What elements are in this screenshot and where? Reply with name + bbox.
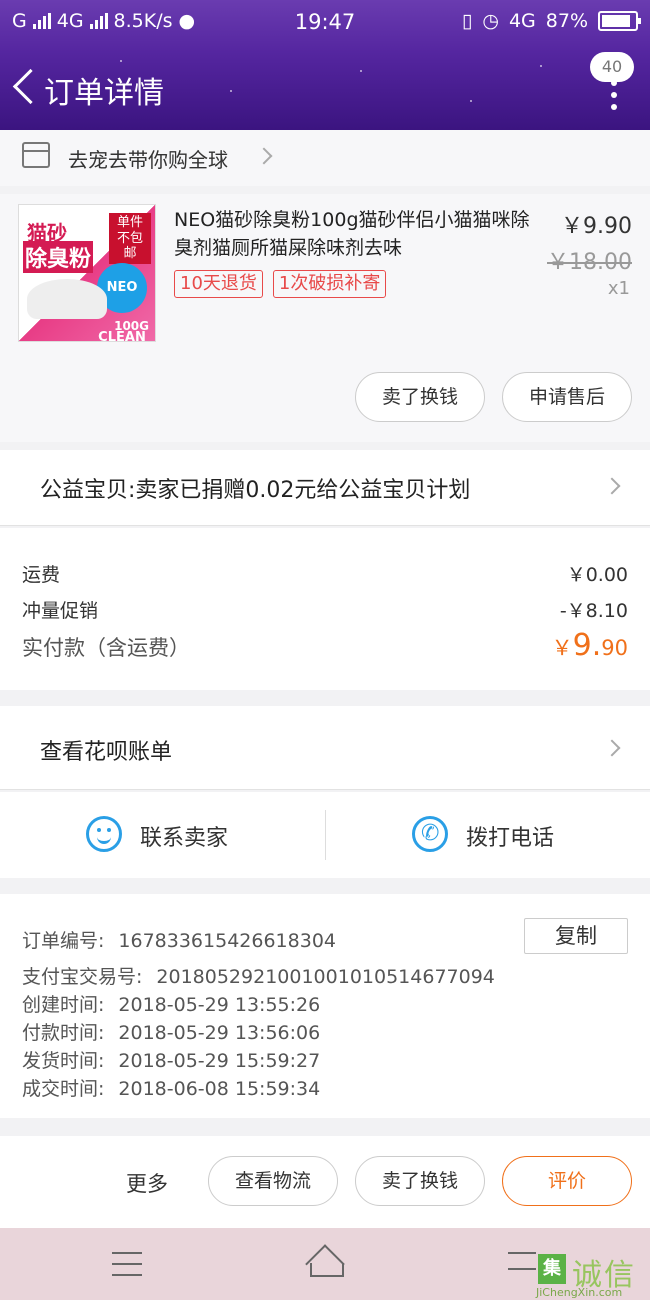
back-arrow-icon[interactable] [10,66,40,106]
battery-icon [598,11,641,31]
call-phone-button[interactable]: 拨打电话 [326,792,650,878]
nav-header: 订单详情 40 [0,44,650,130]
sell-for-cash-button[interactable]: 卖了换钱 [355,372,485,422]
product-price: ￥9.90 [561,214,632,239]
image-text-line2: 除臭粉 [23,241,94,273]
shipping-value: ￥0.00 [566,564,628,586]
huabei-text: 查看花呗账单 [40,740,173,765]
created-time: 2018-05-29 13:55:26 [118,994,321,1016]
completed-label: 成交时间: [22,1078,105,1100]
review-button[interactable]: 评价 [502,1156,632,1206]
order-actions-bar: 更多 查看物流 卖了换钱 评价 [0,1136,650,1228]
tag-damage-resend: 1次破损补寄 [272,270,387,298]
original-price: ￥18.00 [547,250,632,275]
image-weight: 100G [114,319,149,333]
call-phone-label: 拨打电话 [466,826,555,851]
view-logistics-button[interactable]: 查看物流 [208,1156,338,1206]
paid-label: 付款时间: [22,1022,105,1044]
charity-row[interactable]: 公益宝贝:卖家已捐赠0.02元给公益宝贝计划 [0,450,650,526]
contact-row: 联系卖家 拨打电话 [0,792,650,878]
alipay-number-row: 支付宝交易号: 2018052921001001010514677094 [22,962,495,989]
watermark-logo: 集 [538,1254,566,1284]
watermark-en: JiChengXin.com [536,1286,623,1299]
shop-icon [22,142,50,168]
total-label: 实付款（含运费） [22,636,190,660]
more-button[interactable]: 更多 [126,1168,168,1198]
more-options-icon[interactable] [608,80,620,120]
sell-for-cash-button-bottom[interactable]: 卖了换钱 [355,1156,485,1206]
contact-seller-label: 联系卖家 [140,826,229,851]
shipping-fee-row: 运费 ￥0.00 [22,560,628,587]
completed-time-row: 成交时间: 2018-06-08 15:59:34 [22,1074,320,1101]
product-image[interactable]: 猫砂 除臭粉 单件不包邮 NEO CLEAN 100G [18,204,156,342]
powder-graphic [27,279,107,319]
total-currency: ￥ [551,636,573,660]
service-tags: 10天退货 1次破损补寄 [174,270,387,298]
image-promo: 单件不包邮 [109,213,151,264]
alipay-label: 支付宝交易号: [22,966,143,988]
product-name[interactable]: NEO猫砂除臭粉100g猫砂伴侣小猫猫咪除臭剂猫厕所猫屎除味剂去味 [174,206,534,262]
chevron-right-icon [603,739,621,757]
paid-time-row: 付款时间: 2018-05-29 13:56:06 [22,1018,320,1045]
shipped-time-row: 发货时间: 2018-05-29 15:59:27 [22,1046,320,1073]
home-icon[interactable] [303,1248,347,1278]
alipay-number: 2018052921001001010514677094 [156,966,495,988]
total-integer: 9. [572,628,602,663]
chevron-right-icon [603,477,621,495]
created-time-row: 创建时间: 2018-05-29 13:55:26 [22,990,320,1017]
shop-row[interactable]: 去宠去带你购全球 [0,130,650,186]
system-nav-bar: 集 诚信 JiChengXin.com [0,1228,650,1300]
product-quantity: x1 [607,278,630,299]
order-number: 167833615426618304 [118,930,336,952]
after-sale-button[interactable]: 申请售后 [502,372,632,422]
paid-time: 2018-05-29 13:56:06 [118,1022,321,1044]
copy-button[interactable]: 复制 [524,918,628,954]
tag-return: 10天退货 [174,270,263,298]
network-type: 4G [508,10,536,32]
order-number-label: 订单编号: [22,930,105,952]
phone-icon [412,816,448,852]
order-number-row: 订单编号: 167833615426618304 [22,926,336,953]
total-row: 实付款（含运费） ￥9.90 [22,628,628,663]
total-decimal: 90 [601,636,628,660]
watermark: 集 诚信 JiChengXin.com [532,1244,650,1300]
completed-time: 2018-06-08 15:59:34 [118,1078,321,1100]
charity-text: 公益宝贝:卖家已捐赠0.02元给公益宝贝计划 [40,478,471,503]
promo-row: 冲量促销 -￥8.10 [22,596,628,623]
menu-icon[interactable] [112,1252,142,1276]
promo-value: -￥8.10 [559,600,628,622]
vibrate-icon: ▯ [461,10,473,32]
chat-smile-icon [86,816,122,852]
shipped-label: 发货时间: [22,1050,105,1072]
product-card: 猫砂 除臭粉 单件不包邮 NEO CLEAN 100G NEO猫砂除臭粉100g… [0,194,650,442]
chevron-right-icon [255,147,273,165]
fees-section: 运费 ￥0.00 冲量促销 -￥8.10 实付款（含运费） ￥9.90 [0,528,650,690]
shop-name: 去宠去带你购全球 [68,148,228,172]
message-count-badge: 40 [590,52,634,82]
total-value: ￥9.90 [552,628,628,663]
shipping-label: 运费 [22,564,61,586]
created-label: 创建时间: [22,994,105,1016]
huabei-bill-row[interactable]: 查看花呗账单 [0,706,650,790]
order-info-section: 订单编号: 167833615426618304 复制 支付宝交易号: 201805… [0,894,650,1118]
status-bar: G 4G 8.5K/s ● 19:47 ▯ ◷ 4G 87% [0,0,650,44]
shipped-time: 2018-05-29 15:59:27 [118,1050,321,1072]
contact-seller-button[interactable]: 联系卖家 [0,792,325,878]
promo-label: 冲量促销 [22,600,99,622]
alarm-icon: ◷ [482,10,499,32]
page-title: 订单详情 [44,76,164,111]
battery-percent: 87% [545,10,588,32]
app-header-bar: G 4G 8.5K/s ● 19:47 ▯ ◷ 4G 87% 订单详情 40 [0,0,650,130]
